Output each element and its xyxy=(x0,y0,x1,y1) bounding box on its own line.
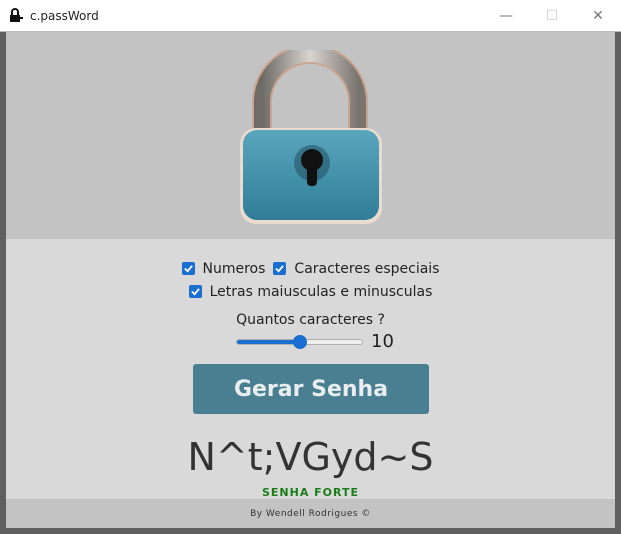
numeros-label: Numeros xyxy=(202,260,266,277)
check-icon xyxy=(275,265,285,273)
length-value: 10 xyxy=(371,331,394,352)
close-icon: ✕ xyxy=(592,7,604,24)
slider-thumb[interactable] xyxy=(292,334,307,349)
generate-password-button[interactable]: Gerar Senha xyxy=(193,364,429,414)
options-panel: Numeros Caracteres especiais Letras maiu… xyxy=(6,257,615,303)
check-icon xyxy=(190,288,200,296)
app-window: c.passWord — ☐ ✕ Numeros Caracteres espe… xyxy=(0,0,621,534)
maiusculas-checkbox[interactable] xyxy=(188,285,202,298)
length-slider[interactable] xyxy=(236,334,363,349)
especiais-label: Caracteres especiais xyxy=(294,260,440,277)
option-numeros[interactable]: Numeros xyxy=(181,260,266,277)
maximize-icon: ☐ xyxy=(545,7,559,24)
footer-credit: By Wendell Rodrigues © xyxy=(250,508,371,519)
length-label: Quantos caracteres ? xyxy=(236,312,385,328)
length-slider-row: 10 xyxy=(236,331,394,352)
maiusculas-label: Letras maiusculas e minusculas xyxy=(209,283,433,300)
padlock-icon xyxy=(240,50,382,224)
close-button[interactable]: ✕ xyxy=(575,0,621,31)
footer: By Wendell Rodrigues © xyxy=(6,499,615,528)
maximize-button[interactable]: ☐ xyxy=(529,0,575,31)
especiais-checkbox[interactable] xyxy=(273,262,287,275)
numeros-checkbox[interactable] xyxy=(181,262,195,275)
app-lock-icon xyxy=(8,7,24,24)
app-content: Numeros Caracteres especiais Letras maiu… xyxy=(6,32,615,528)
option-maiusculas[interactable]: Letras maiusculas e minusculas xyxy=(188,283,433,300)
slider-fill xyxy=(237,339,300,344)
window-title: c.passWord xyxy=(30,8,99,23)
minimize-button[interactable]: — xyxy=(483,0,529,31)
option-especiais[interactable]: Caracteres especiais xyxy=(273,261,439,277)
generated-password: N^t;VGyd~S xyxy=(187,435,434,479)
check-icon xyxy=(183,265,193,273)
minimize-icon: — xyxy=(499,7,513,24)
strength-indicator: SENHA FORTE xyxy=(261,486,360,499)
hero-banner xyxy=(6,32,615,239)
title-bar[interactable]: c.passWord — ☐ ✕ xyxy=(0,0,621,32)
